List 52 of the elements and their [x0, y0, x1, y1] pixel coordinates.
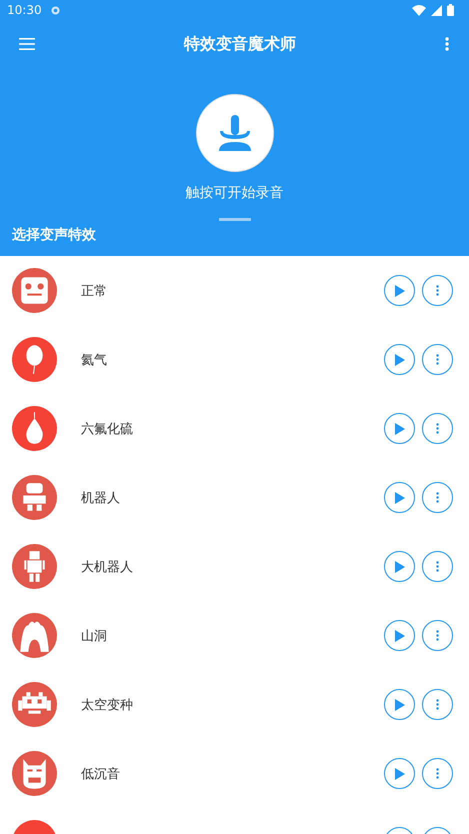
effect-name: 机器人 [81, 490, 120, 506]
status-time: 10:30 [7, 3, 42, 17]
effect-name: 太空变种 [81, 696, 133, 714]
effect-name: 氦气 [81, 352, 107, 368]
effect-name: 六氟化硫 [81, 420, 133, 438]
more-options-icon [436, 285, 439, 296]
effect-name: 山洞 [81, 628, 107, 644]
effect-name: 低沉音 [81, 766, 120, 782]
more-button[interactable] [422, 482, 453, 513]
menu-icon[interactable] [19, 38, 35, 50]
more-options-icon [436, 423, 439, 434]
signal-icon [431, 4, 442, 16]
more-options-icon [436, 492, 439, 503]
more-options-icon[interactable] [445, 37, 449, 51]
more-options-icon [436, 354, 439, 365]
shield-icon [50, 6, 60, 14]
more-options-icon [436, 630, 439, 641]
more-button[interactable] [422, 551, 453, 582]
record-hint: 触按可开始录音 [186, 184, 284, 202]
more-button[interactable] [422, 620, 453, 651]
play-icon [394, 560, 404, 572]
microphone-icon [218, 115, 250, 151]
section-title: 选择变声特效 [12, 226, 96, 244]
play-button[interactable] [384, 344, 415, 375]
effect-name: 正常 [81, 282, 107, 300]
play-button[interactable] [384, 482, 415, 513]
play-button[interactable] [384, 689, 415, 720]
play-button[interactable] [384, 413, 415, 444]
play-icon [394, 354, 404, 366]
more-button[interactable] [422, 413, 453, 444]
more-options-icon [436, 561, 439, 572]
more-button[interactable] [422, 344, 453, 375]
play-button[interactable] [384, 551, 415, 582]
drag-handle[interactable] [218, 218, 250, 221]
more-button[interactable] [422, 275, 453, 306]
play-button[interactable] [384, 275, 415, 306]
app-title: 特效变音魔术师 [184, 34, 296, 54]
play-icon [394, 698, 404, 710]
play-icon [394, 630, 404, 642]
battery-icon [447, 4, 454, 16]
wifi-icon [412, 4, 426, 16]
play-icon [394, 422, 404, 434]
play-button[interactable] [384, 758, 415, 789]
play-button[interactable] [384, 620, 415, 651]
play-icon [394, 284, 404, 296]
more-button[interactable] [422, 758, 453, 789]
more-options-icon [436, 768, 439, 779]
effect-name: 大机器人 [81, 558, 133, 576]
play-icon [394, 768, 404, 780]
more-options-icon [436, 699, 439, 710]
play-icon [394, 492, 404, 504]
more-button[interactable] [422, 689, 453, 720]
